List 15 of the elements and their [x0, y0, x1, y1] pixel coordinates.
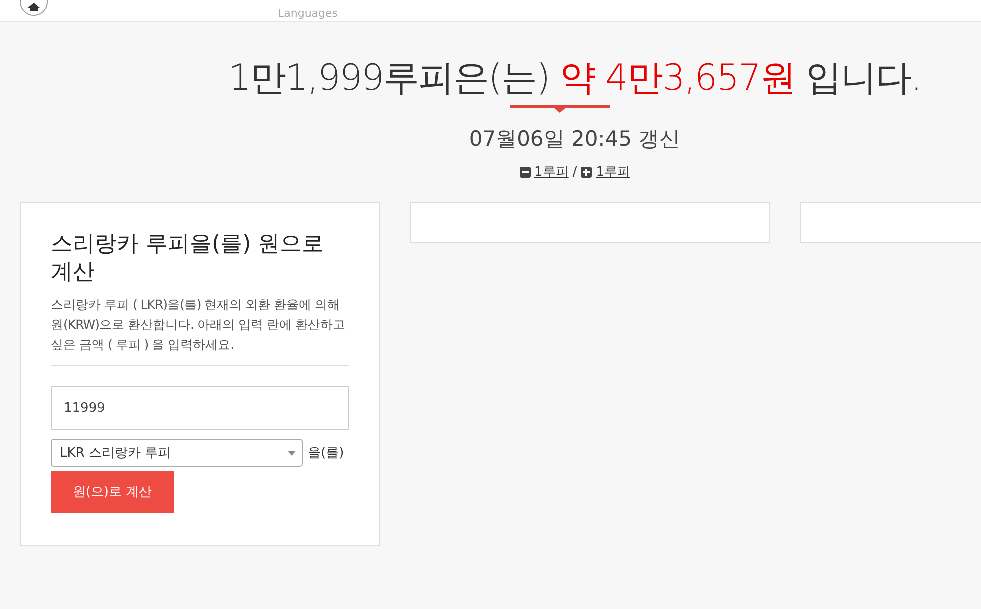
conversion-result-headline: 1만1,999루피은(는) 약 4만3,657원 입니다.	[228, 57, 922, 101]
decrease-link[interactable]: 1루피	[534, 163, 569, 181]
particle-label: 을(를)	[308, 445, 344, 462]
currency-select[interactable]: LKR 스리랑카 루피	[51, 439, 303, 467]
update-time: 07월06일 20:45 갱신	[469, 126, 681, 153]
increase-link[interactable]: 1루피	[596, 163, 630, 181]
amount-input-field[interactable]: 11999	[51, 386, 349, 430]
converter-title: 스리랑카 루피을(를) 원으로 계산	[51, 231, 326, 287]
plus-icon	[581, 166, 592, 178]
home-icon	[28, 3, 40, 11]
calculate-button[interactable]: 원(으)로 계산	[51, 471, 174, 513]
minus-icon	[520, 166, 531, 178]
separator: /	[572, 164, 578, 180]
caret-icon	[288, 450, 296, 456]
converter-description: 스리랑카 루피 ( LKR)을(를) 현재의 외환 환율에 의해 원(KRW)으로 환산합니다. 아래의 입력 란에 환산하고 싶은 금액 ( 루피 ) 을 입력하세요.	[51, 295, 349, 366]
